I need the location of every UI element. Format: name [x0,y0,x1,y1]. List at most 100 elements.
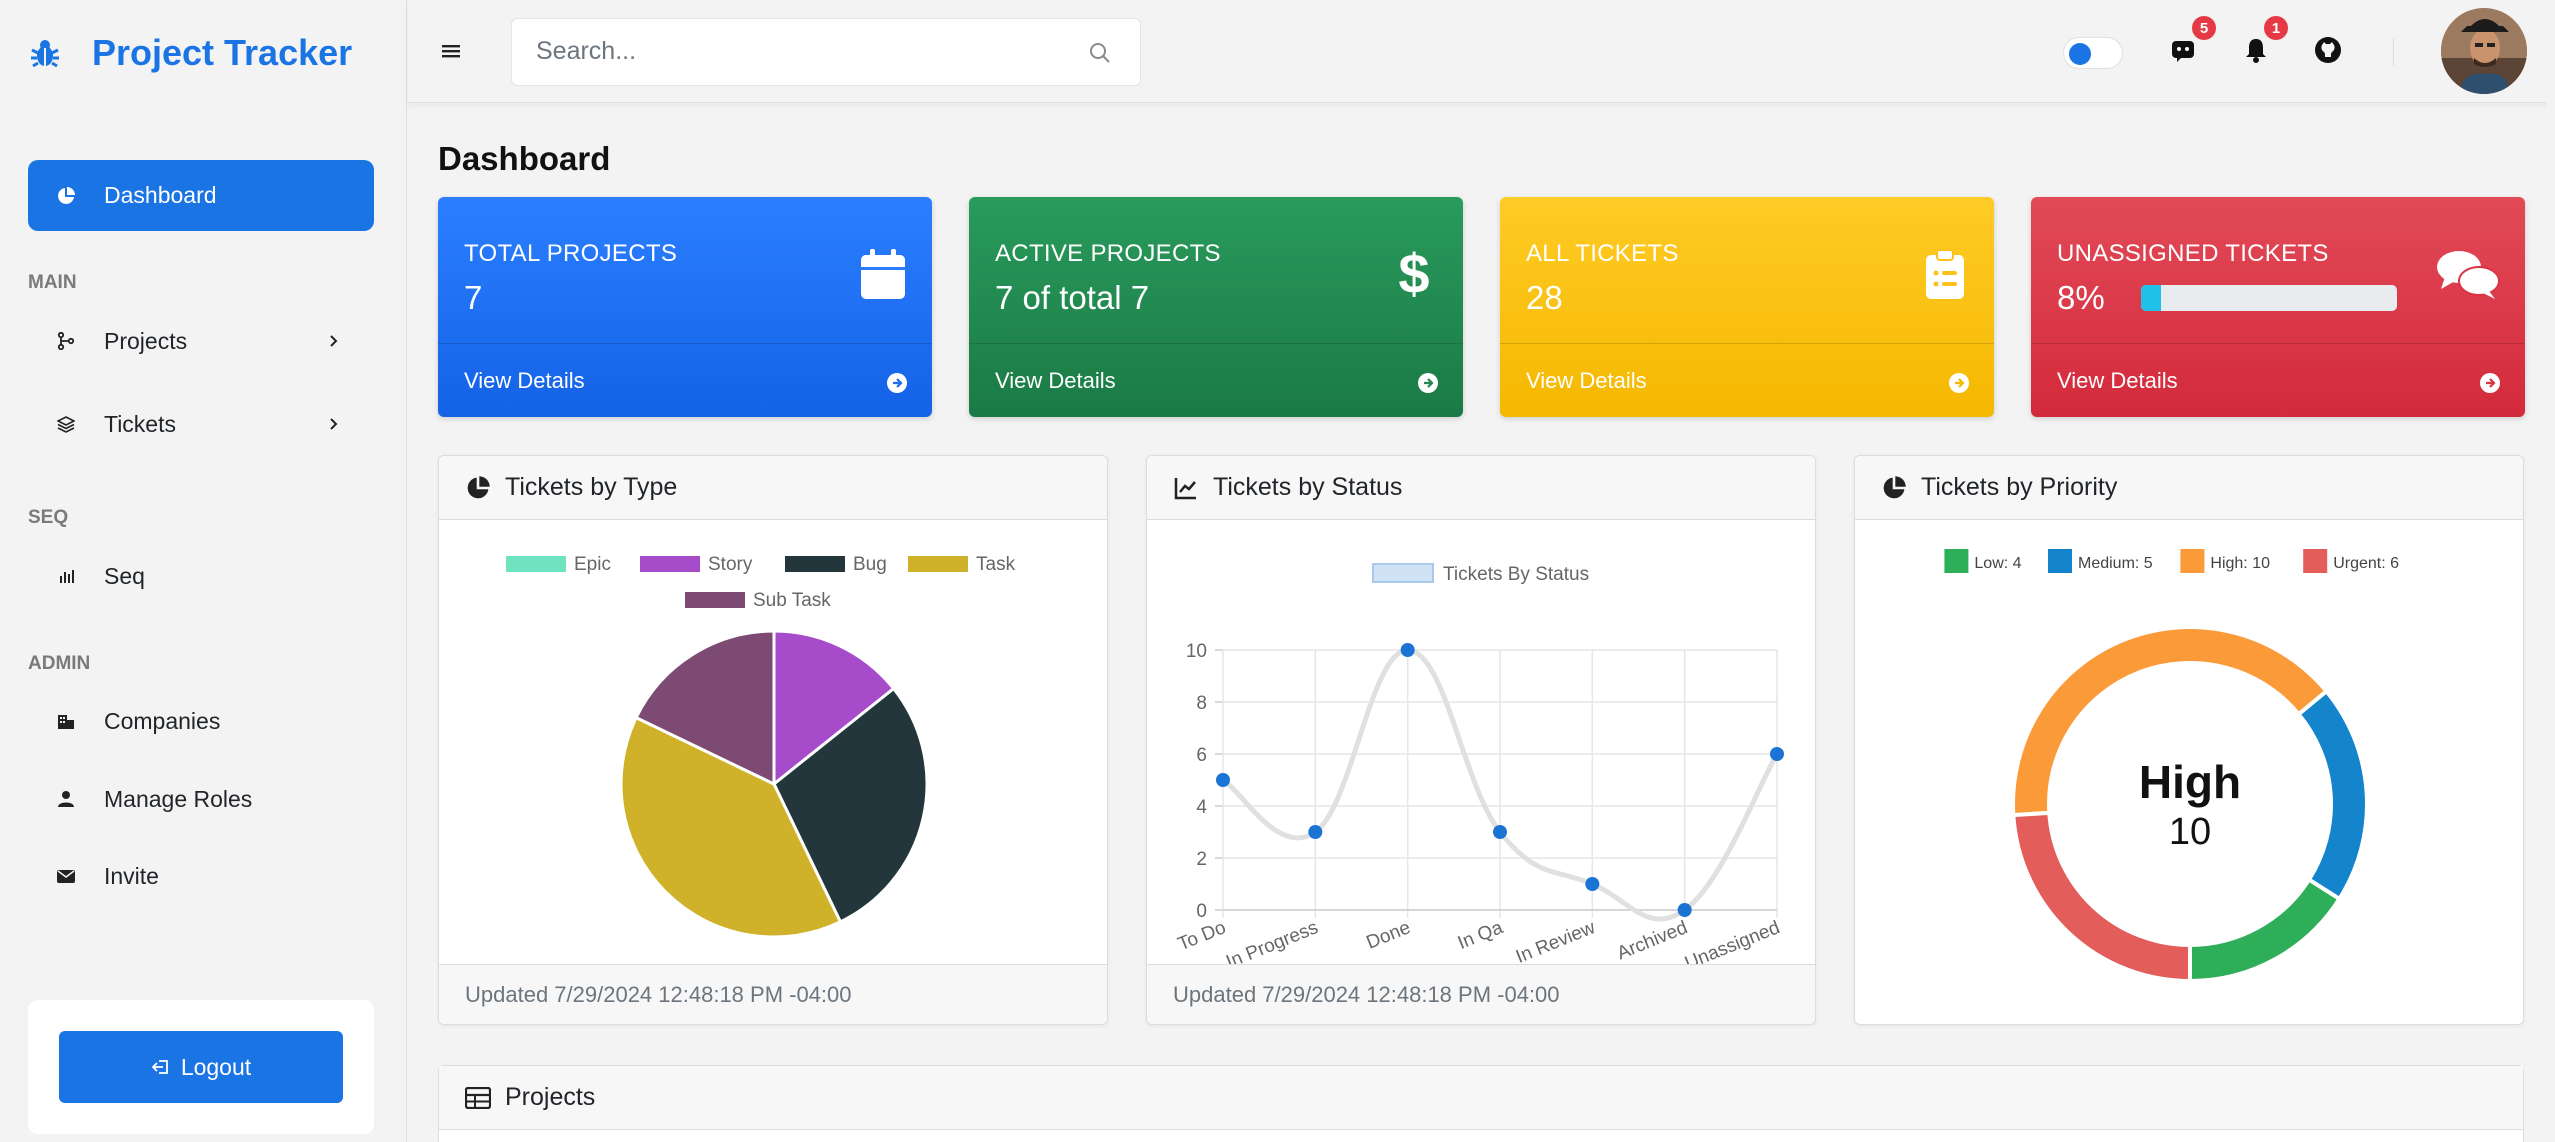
legend-item: Sub Task [685,590,831,611]
tickets-by-priority-chart[interactable]: Low: 4 Medium: 5 High: 10 Urgent: 6 High10 [1855,520,2524,1025]
doughnut-slice-urgent [2011,810,2192,984]
card-header: Projects [439,1066,2523,1130]
stat-card-active-projects: ACTIVE PROJECTS 7 of total 7 $ View Deta… [969,197,1463,417]
legend-swatch [785,556,845,572]
messages-badge: 5 [2192,16,2216,40]
x-tick-label: Done [1364,917,1414,953]
stat-footer[interactable]: View Details [969,343,1463,417]
y-tick-label: 6 [1196,745,1207,766]
legend-swatch [1944,549,1969,573]
tickets-by-status-chart[interactable]: Tickets By Status 0 2 4 6 8 10 To DoIn Progress… [1147,520,1816,966]
sidebar-item-projects[interactable]: Projects [28,311,374,371]
stat-card-unassigned-tickets: UNASSIGNED TICKETS 8% View Details [2031,197,2525,417]
logout-button[interactable]: Logout [59,1031,343,1103]
bug-logo-icon [31,40,59,68]
dollar-icon: $ [1398,247,1429,301]
view-details-link[interactable]: View Details [464,368,585,394]
data-point-in-qa [1493,825,1507,839]
data-point-unassigned [1770,747,1784,761]
legend-label: Epic [574,554,611,575]
sidebar-item-label: Tickets [104,410,176,437]
view-details-link[interactable]: View Details [995,368,1116,394]
y-tick-label: 8 [1196,693,1207,714]
legend-item: Low: 4 [1944,549,2022,573]
brand[interactable]: Project Tracker [28,28,352,78]
doughnut-slice-medium [2295,688,2369,902]
legend-label: Low: 4 [1974,555,2021,572]
user-icon [56,789,76,809]
legend-item: High: 10 [2180,549,2270,573]
hamburger-menu-icon[interactable] [440,40,464,62]
chevron-right-icon [330,335,338,347]
card-header: Tickets by Status [1147,456,1815,520]
card-title: Projects [505,1083,596,1111]
legend-label: Urgent: 6 [2333,555,2399,572]
y-tick-label: 0 [1196,901,1207,922]
bell-icon[interactable] [2241,35,2271,65]
sidebar-item-manage-roles[interactable]: Manage Roles [28,769,374,829]
card-footer: Updated 7/29/2024 12:48:18 PM -04:00 [439,964,1107,1024]
sidebar-item-label: Manage Roles [104,785,253,812]
card-tickets-by-priority: Tickets by Priority Low: 4 Medium: 5 High:… [1854,455,2524,1025]
legend-item: Task [908,554,1016,575]
tickets-by-type-chart[interactable]: Epic Story Bug Task Sub Task [439,520,1108,966]
stat-card-total-projects: TOTAL PROJECTS 7 View Details [438,197,932,417]
legend-swatch [1372,563,1434,583]
stat-value: 7 [464,279,483,316]
search-input[interactable] [536,37,1076,66]
sidebar-item-dashboard[interactable]: Dashboard [28,160,374,231]
github-icon[interactable] [2313,35,2343,65]
card-footer: Updated 7/29/2024 12:48:18 PM -04:00 [1147,964,1815,1024]
card-tickets-by-status: Tickets by Status Tickets By Status 0 2 4 6 8… [1146,455,1816,1025]
line-chart-icon [1174,477,1196,499]
legend-label: Story [708,554,753,575]
x-tick-label: Archived [1614,917,1690,964]
card-tickets-by-type: Tickets by Type Epic Story Bug Task Sub Task… [438,455,1108,1025]
search-box [511,18,1141,86]
sidebar-item-companies[interactable]: Companies [28,691,374,751]
view-details-link[interactable]: View Details [1526,368,1647,394]
legend-item: Medium: 5 [2048,549,2153,573]
data-point-done [1400,643,1415,657]
arrow-circle-right-icon[interactable] [1417,372,1439,394]
stat-footer[interactable]: View Details [438,343,932,417]
sidebar-item-tickets[interactable]: Tickets [28,394,374,454]
section-label-seq: SEQ [28,507,69,528]
arrow-circle-right-icon[interactable] [1948,372,1970,394]
stat-value: 8% [2057,279,2105,316]
x-tick-label: In Qa [1455,917,1506,954]
theme-toggle[interactable] [2063,37,2123,69]
comments-icon [2437,251,2500,299]
sidebar-item-invite[interactable]: Invite [28,846,374,906]
calendar-icon [861,249,905,299]
legend-item: Urgent: 6 [2303,549,2399,573]
svg-text:$: $ [1398,247,1429,301]
chevron-right-icon [330,418,338,430]
x-tick-label: To Do [1175,917,1229,955]
arrow-circle-right-icon[interactable] [886,372,908,394]
card-projects: Projects [438,1065,2524,1142]
sidebar-item-seq[interactable]: Seq [28,546,374,606]
stat-footer[interactable]: View Details [1500,343,1994,417]
stat-label: UNASSIGNED TICKETS [2057,240,2329,267]
section-label-admin: ADMIN [28,653,91,674]
x-tick-label: In Review [1513,917,1598,966]
sidebar-item-label: Companies [104,707,221,734]
unassigned-progress-bar [2141,285,2397,311]
avatar[interactable] [2441,8,2527,94]
data-point-in-progress [1308,825,1323,839]
avatar-image [2441,8,2527,94]
search-icon[interactable] [1088,41,1112,65]
stat-card-all-tickets: ALL TICKETS 28 View Details [1500,197,1994,417]
legend-label: Task [976,554,1016,575]
sidebar-item-label: Dashboard [104,182,217,208]
messages-icon[interactable] [2168,35,2198,65]
data-point-in-review [1585,877,1600,891]
legend-swatch [506,556,566,572]
y-tick-label: 4 [1196,797,1207,818]
arrow-circle-right-icon[interactable] [2479,372,2501,394]
stat-footer[interactable]: View Details [2031,343,2525,417]
legend-swatch [908,556,968,572]
view-details-link[interactable]: View Details [2057,368,2178,394]
scrollbar[interactable] [2547,0,2555,1142]
